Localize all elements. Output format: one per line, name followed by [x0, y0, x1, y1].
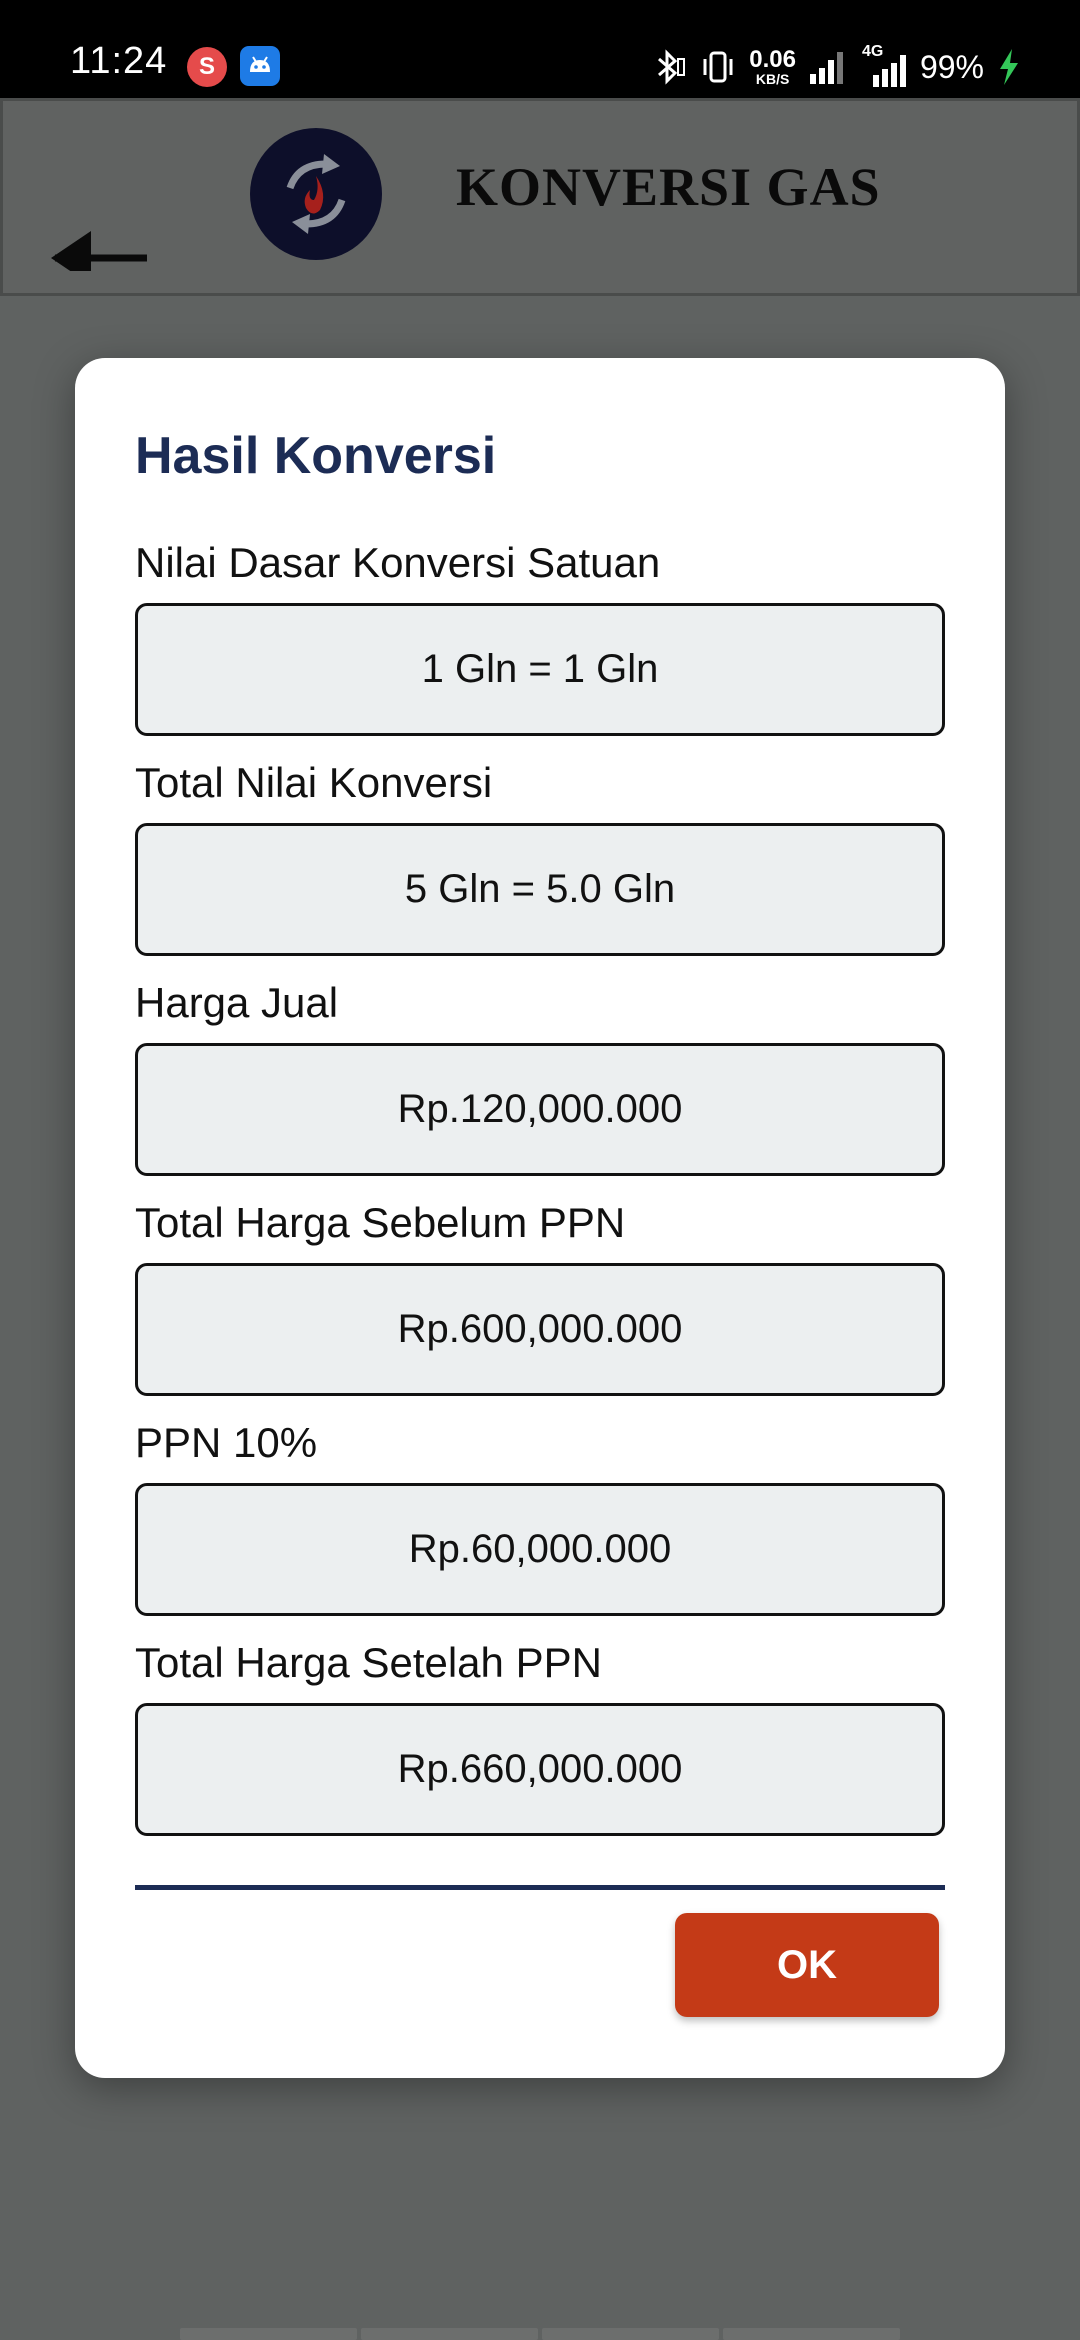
selling-price-field: Harga Jual Rp.120,000.000 — [135, 973, 945, 1176]
notification-app-icon: S — [187, 47, 227, 87]
field-label: PPN 10% — [135, 1419, 318, 1466]
total-conversion-field: Total Nilai Konversi 5 Gln = 5.0 Gln — [135, 753, 945, 956]
selling-price-value: Rp.120,000.000 — [135, 1043, 945, 1176]
network-speed-unit: KB/S — [755, 71, 790, 87]
base-conversion-value: 1 Gln = 1 Gln — [135, 603, 945, 736]
bottom-nav-hint — [180, 2328, 900, 2340]
bluetooth-icon — [653, 47, 687, 87]
total-before-tax-field: Total Harga Sebelum PPN Rp.600,000.000 — [135, 1193, 945, 1396]
vibrate-icon — [701, 47, 735, 87]
total-after-tax-value: Rp.660,000.000 — [135, 1703, 945, 1836]
android-notification-icon — [240, 46, 280, 86]
back-arrow-icon[interactable] — [47, 161, 157, 285]
app-title: KONVERSI GAS — [456, 157, 881, 217]
cellular-signal-icon: 4G — [860, 43, 906, 87]
network-speed: 0.06 KB/S — [749, 46, 796, 87]
dialog-title: Hasil Konversi — [135, 427, 497, 485]
tax-value: Rp.60,000.000 — [135, 1483, 945, 1616]
total-conversion-value: 5 Gln = 5.0 Gln — [135, 823, 945, 956]
charging-bolt-icon — [998, 49, 1020, 85]
base-conversion-field: Nilai Dasar Konversi Satuan 1 Gln = 1 Gl… — [135, 533, 945, 736]
status-bar: 11:24 S 0.06 KB/S 4G 99% — [0, 0, 1080, 98]
wifi-signal-icon — [809, 50, 846, 84]
field-label: Harga Jual — [135, 979, 339, 1026]
field-label: Total Nilai Konversi — [135, 759, 493, 806]
field-label: Nilai Dasar Konversi Satuan — [135, 539, 661, 586]
dialog-divider — [135, 1885, 945, 1890]
conversion-result-dialog: Hasil Konversi Nilai Dasar Konversi Satu… — [75, 358, 1005, 2078]
tax-field: PPN 10% Rp.60,000.000 — [135, 1413, 945, 1616]
total-before-tax-value: Rp.600,000.000 — [135, 1263, 945, 1396]
gas-conversion-logo — [250, 128, 382, 260]
network-speed-value: 0.06 — [749, 46, 796, 73]
field-label: Total Harga Sebelum PPN — [135, 1199, 626, 1246]
total-after-tax-field: Total Harga Setelah PPN Rp.660,000.000 — [135, 1633, 945, 1836]
ok-button[interactable]: OK — [675, 1913, 939, 2017]
field-label: Total Harga Setelah PPN — [135, 1639, 602, 1686]
battery-percent: 99% — [919, 48, 984, 85]
status-time: 11:24 — [70, 40, 168, 82]
